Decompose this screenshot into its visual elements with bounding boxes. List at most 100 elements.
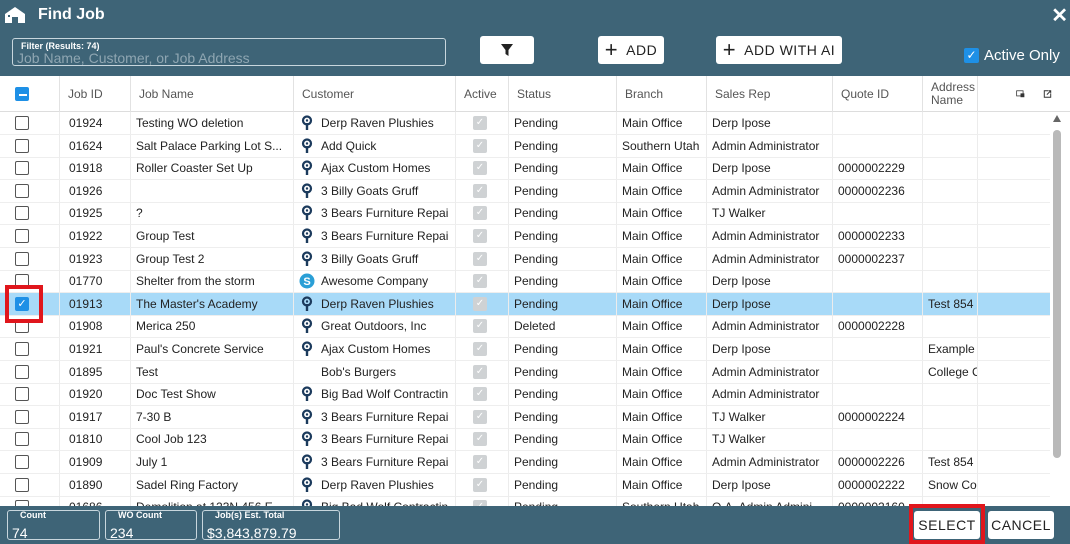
scroll-up-icon[interactable] — [1053, 115, 1061, 122]
header-address-name[interactable]: Address Name — [923, 76, 978, 112]
table-row[interactable]: 01686Demolition at 123N 456 EBig Bad Wol… — [0, 496, 1050, 506]
header-job-name[interactable]: Job Name — [131, 76, 294, 112]
job-name-cell-text: Sadel Ring Factory — [136, 477, 239, 492]
job-name-cell: Test — [131, 360, 294, 383]
address-name-cell: College C — [923, 360, 978, 383]
row-checkbox[interactable] — [15, 183, 29, 198]
table-row[interactable]: 01770 Shelter from the storm S Awesome Comp… — [0, 270, 1050, 294]
sales-rep-cell: Admin Administrator — [707, 179, 833, 202]
row-checkbox[interactable] — [15, 229, 29, 243]
table-row[interactable]: 01920 Doc Test Show Big Bad Wolf Contracti… — [0, 383, 1050, 407]
row-checkbox[interactable] — [15, 161, 29, 176]
active-cell: ✓ — [456, 405, 509, 428]
pin-icon — [299, 250, 315, 267]
job-name-cell: July 1 — [131, 451, 294, 473]
row-checkbox[interactable] — [15, 409, 29, 424]
row-checkbox[interactable] — [15, 432, 29, 447]
active-only-toggle[interactable]: ✓ Active Only — [964, 47, 1060, 64]
row-checkbox[interactable] — [15, 364, 29, 379]
job-name-cell: Sadel Ring Factory — [131, 473, 294, 496]
address-name-cell — [923, 383, 978, 406]
job-name-cell-text: Roller Coaster Set Up — [136, 161, 253, 176]
address-name-cell: Snow Co — [923, 473, 978, 496]
row-checkbox[interactable] — [15, 477, 29, 492]
pin-icon — [299, 115, 315, 131]
cancel-button[interactable]: CANCEL — [988, 511, 1054, 539]
row-checkbox[interactable] — [15, 138, 29, 153]
table-row[interactable]: 01909 July 1 3 Bears Furniture Repai ✓ Pendi… — [0, 451, 1050, 474]
address-name-cell-text: Test 854 — [928, 455, 974, 469]
active-only-checkbox[interactable]: ✓ — [964, 48, 979, 63]
count-stat: Count 74 — [7, 510, 100, 541]
table-row[interactable]: 01908 Merica 250 Great Outdoors, Inc ✓ Delet… — [0, 315, 1050, 339]
add-button[interactable]: + ADD — [598, 36, 664, 64]
sales-rep-cell-text: TJ Walker — [712, 206, 766, 221]
table-row[interactable]: 01890 Sadel Ring Factory Derp Raven Plushi… — [0, 473, 1050, 497]
customer-cell: Bob's Burgers — [294, 360, 456, 383]
scroll-thumb[interactable] — [1053, 130, 1061, 458]
table-row[interactable]: 01917 7-30 B 3 Bears Furniture Repai ✓ Pendi… — [0, 405, 1050, 429]
table-row[interactable]: 01921 Paul's Concrete Service Ajax Custom … — [0, 338, 1050, 361]
header-branch[interactable]: Branch — [617, 76, 707, 112]
row-select-cell — [0, 202, 60, 225]
job-name-cell: Group Test — [131, 225, 294, 247]
table-row[interactable]: 01624 Salt Palace Parking Lot S... Add Qui… — [0, 134, 1050, 158]
export-icon[interactable] — [1043, 87, 1052, 101]
job-id-cell: 01895 — [60, 360, 131, 383]
job-id-cell-text: 01770 — [69, 274, 103, 289]
quote-id-cell: 0000002236 — [833, 179, 923, 202]
row-checkbox[interactable] — [15, 116, 29, 130]
pin-icon — [299, 386, 315, 402]
active-checkbox: ✓ — [473, 432, 487, 447]
active-cell: ✓ — [456, 202, 509, 225]
table-row[interactable]: ✓ 01913 The Master's Academy Derp Raven Plu… — [0, 292, 1050, 316]
row-checkbox[interactable] — [15, 274, 29, 289]
header-customer[interactable]: Customer — [294, 76, 456, 112]
table-row[interactable]: 01922 Group Test 3 Bears Furniture Repai ✓ P… — [0, 225, 1050, 248]
table-row[interactable]: 01924 Testing WO deletion Derp Raven Plush… — [0, 112, 1050, 135]
header-sales-rep[interactable]: Sales Rep — [707, 76, 833, 112]
pin-icon — [299, 296, 315, 312]
job-name-cell-text: Shelter from the storm — [136, 274, 255, 289]
filter-input[interactable] — [17, 51, 437, 65]
header-job-id[interactable]: Job ID — [60, 76, 131, 112]
status-cell-text: Pending — [514, 206, 559, 221]
header-quote-id[interactable]: Quote ID — [833, 76, 923, 112]
table-row[interactable]: 01925? 3 Bears Furniture Repai ✓ Pending Mai… — [0, 202, 1050, 226]
quote-id-cell: 0000002233 — [833, 225, 923, 247]
sales-rep-cell: TJ Walker — [707, 428, 833, 451]
table-row[interactable]: 01923 Group Test 2 3 Billy Goats Gruff ✓ Pen… — [0, 247, 1050, 271]
job-name-cell: Shelter from the storm — [131, 270, 294, 293]
customer-cell-text: Awesome Company — [321, 274, 429, 289]
sales-rep-cell: TJ Walker — [707, 202, 833, 225]
row-checkbox[interactable]: ✓ — [15, 296, 29, 311]
toolbar: Filter (Results: 74) + ADD + ADD WITH AI… — [0, 30, 1070, 76]
select-all-checkbox[interactable] — [15, 87, 29, 101]
quote-id-cell-text: 0000002237 — [838, 251, 905, 266]
row-checkbox[interactable] — [15, 319, 29, 334]
vertical-scrollbar[interactable] — [1052, 112, 1062, 506]
table-row[interactable]: 01895 Test Bob's Burgers ✓ Pending Main Offic… — [0, 360, 1050, 384]
row-checkbox[interactable] — [15, 206, 29, 221]
filter-button[interactable] — [480, 36, 534, 64]
table-row[interactable]: 01918 Roller Coaster Set Up Ajax Custom Ho… — [0, 157, 1050, 181]
add-with-ai-button[interactable]: + ADD WITH AI — [716, 36, 842, 64]
branch-cell-text: Southern Utah — [622, 138, 700, 153]
quote-id-cell-text: 0000002236 — [838, 183, 905, 198]
active-checkbox: ✓ — [473, 477, 487, 492]
row-checkbox[interactable] — [15, 455, 29, 469]
job-id-cell-text: 01924 — [69, 116, 103, 130]
row-checkbox[interactable] — [15, 342, 29, 356]
wo-count-stat: WO Count 234 — [105, 510, 197, 541]
row-checkbox[interactable] — [15, 387, 29, 402]
table-row[interactable]: 01926 3 Billy Goats Gruff ✓ Pending Main Off… — [0, 179, 1050, 203]
header-status[interactable]: Status — [509, 76, 617, 112]
header-active[interactable]: Active — [456, 76, 509, 112]
customer-cell: 3 Bears Furniture Repai — [294, 225, 456, 247]
close-icon[interactable]: ✕ — [1051, 3, 1068, 28]
table-row[interactable]: 01810 Cool Job 123 3 Bears Furniture Repai… — [0, 428, 1050, 452]
column-chooser-icon[interactable] — [1016, 88, 1025, 100]
select-button[interactable]: SELECT — [914, 511, 980, 539]
address-name-cell — [923, 179, 978, 202]
row-checkbox[interactable] — [15, 251, 29, 266]
